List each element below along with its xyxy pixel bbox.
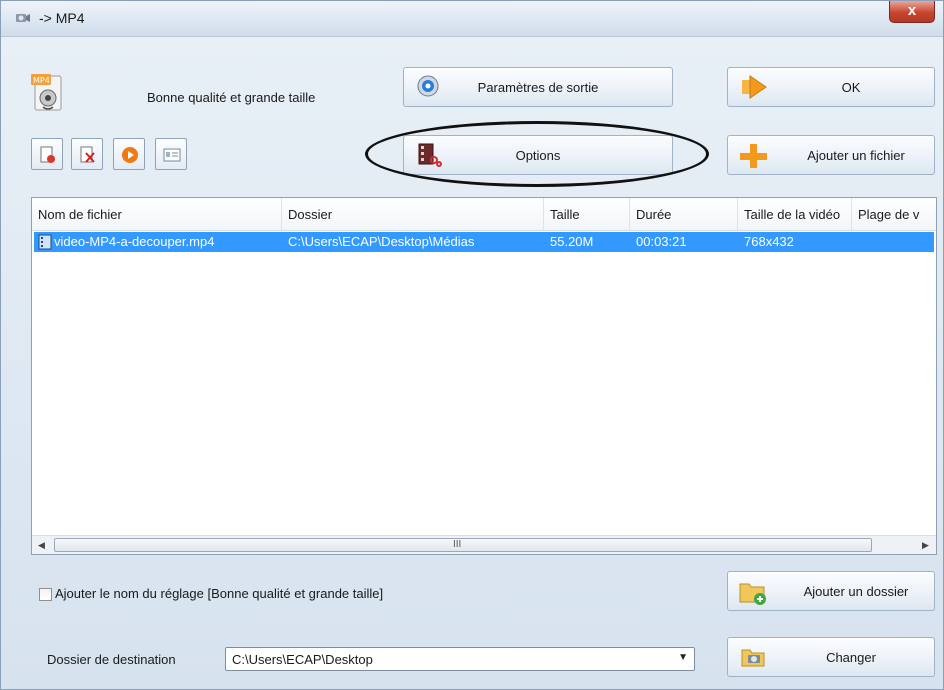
ok-label: OK: [841, 80, 861, 95]
video-file-icon: [38, 234, 52, 250]
cell-folder: C:\Users\ECAP\Desktop\Médias: [288, 234, 475, 249]
plus-icon: [740, 144, 767, 168]
mp4-preset-icon: MP4: [31, 74, 62, 111]
destination-label: Dossier de destination: [47, 652, 176, 667]
svg-text:MP4: MP4: [33, 76, 50, 85]
scroll-grip: III: [453, 539, 462, 550]
options-button[interactable]: Options: [403, 135, 673, 175]
preset-label: Bonne qualité et grande taille: [147, 90, 316, 105]
remove-file-icon: [40, 146, 55, 163]
cell-duration: 00:03:21: [636, 234, 687, 249]
cell-filename: video-MP4-a-decouper.mp4: [54, 234, 215, 249]
column-header-range[interactable]: Plage de v: [852, 198, 936, 231]
cell-range: [858, 232, 932, 252]
play-button[interactable]: [113, 138, 145, 170]
column-header-filename[interactable]: Nom de fichier: [32, 198, 282, 231]
options-label: Options: [515, 148, 561, 163]
app-icon: [16, 14, 30, 22]
play-icon: [122, 147, 138, 163]
clear-list-icon: [80, 146, 95, 163]
destination-dropdown[interactable]: C:\Users\ECAP\Desktop ▼: [225, 647, 695, 671]
add-folder-label: Ajouter un dossier: [803, 584, 909, 599]
close-button[interactable]: x: [889, 1, 935, 23]
output-settings-button[interactable]: Paramètres de sortie: [403, 67, 673, 107]
info-icon: [163, 148, 181, 162]
append-preset-checkbox[interactable]: [39, 588, 52, 601]
arrow-right-icon: [742, 75, 767, 99]
change-button[interactable]: Changer: [727, 637, 935, 677]
info-button[interactable]: [155, 138, 187, 170]
append-preset-label[interactable]: Ajouter le nom du réglage [Bonne qualité…: [55, 586, 383, 601]
destination-value: C:\Users\ECAP\Desktop: [232, 652, 373, 667]
column-header-video-size[interactable]: Taille de la vidéo: [738, 198, 852, 231]
output-settings-label: Paramètres de sortie: [477, 80, 599, 95]
add-folder-button[interactable]: Ajouter un dossier: [727, 571, 935, 611]
scroll-left-icon[interactable]: ◀: [32, 536, 51, 554]
column-header-folder[interactable]: Dossier: [282, 198, 544, 231]
list-header: Nom de fichier Dossier Taille Durée Tail…: [32, 198, 936, 231]
add-file-label: Ajouter un fichier: [807, 148, 905, 163]
cell-size: 55.20M: [550, 234, 594, 249]
cell-video-size: 768x432: [744, 234, 794, 249]
window-title: -> MP4: [39, 10, 85, 26]
converter-window: -> MP4 x MP4 Bonne qualité et grande tai…: [0, 0, 944, 690]
table-row[interactable]: video-MP4-a-decouper.mp4 C:\Users\ECAP\D…: [34, 232, 934, 252]
dropdown-arrow-icon[interactable]: ▼: [678, 652, 688, 663]
folder-add-icon: [739, 583, 766, 605]
add-file-button[interactable]: Ajouter un fichier: [727, 135, 935, 175]
column-header-duration[interactable]: Durée: [630, 198, 738, 231]
clear-list-button[interactable]: [71, 138, 103, 170]
file-list[interactable]: Nom de fichier Dossier Taille Durée Tail…: [31, 197, 937, 555]
horizontal-scrollbar[interactable]: ◀ III ▶: [32, 535, 936, 554]
scroll-thumb[interactable]: III: [54, 538, 872, 552]
scroll-right-icon[interactable]: ▶: [916, 536, 935, 554]
title-bar[interactable]: -> MP4 x: [1, 1, 943, 37]
column-header-size[interactable]: Taille: [544, 198, 630, 231]
remove-file-button[interactable]: [31, 138, 63, 170]
ok-button[interactable]: OK: [727, 67, 935, 107]
change-label: Changer: [826, 650, 876, 665]
folder-camera-icon: [741, 649, 765, 667]
